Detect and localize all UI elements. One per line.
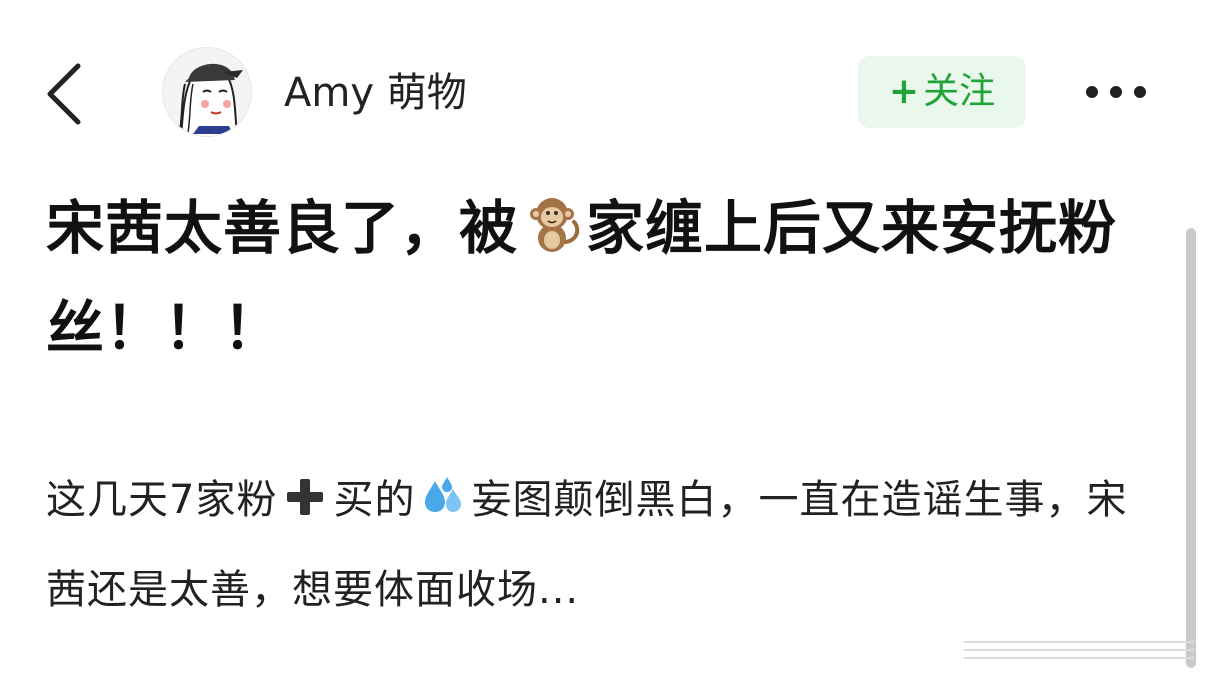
back-button[interactable]: [38, 58, 98, 128]
title-text-1: 宋茜太善良了，被: [46, 194, 519, 262]
watermark-noise: [964, 641, 1194, 659]
chevron-left-icon: [47, 63, 81, 125]
follow-label: 关注: [923, 71, 996, 112]
author-name[interactable]: Amy 萌物: [284, 66, 467, 120]
post-page: Amy 萌物 + 关注 宋茜太善良了，被 家缠上后又来安抚粉丝！！！ 这几天7家粉: [0, 0, 1206, 676]
plus-emoji-icon: [287, 479, 324, 515]
more-button[interactable]: [1078, 70, 1154, 114]
post-title: 宋茜太善良了，被 家缠上后又来安抚粉丝！！！: [46, 178, 1156, 378]
post-body: 这几天7家粉 买的 妄图颠倒黑白，一直在造谣生事，宋茜还是太善，想要体面收场..…: [46, 455, 1156, 635]
sweat-droplets-icon: [425, 477, 462, 512]
plus-icon: +: [888, 71, 920, 112]
more-dots-icon: [1086, 86, 1146, 98]
monkey-icon: [530, 198, 580, 252]
avatar-illustration: [163, 48, 251, 136]
scrollbar[interactable]: [1186, 228, 1196, 668]
body-text-2: 买的: [333, 477, 416, 523]
body-text-1: 这几天7家粉: [46, 477, 278, 523]
author-avatar[interactable]: [162, 47, 252, 137]
follow-button[interactable]: + 关注: [858, 56, 1026, 128]
